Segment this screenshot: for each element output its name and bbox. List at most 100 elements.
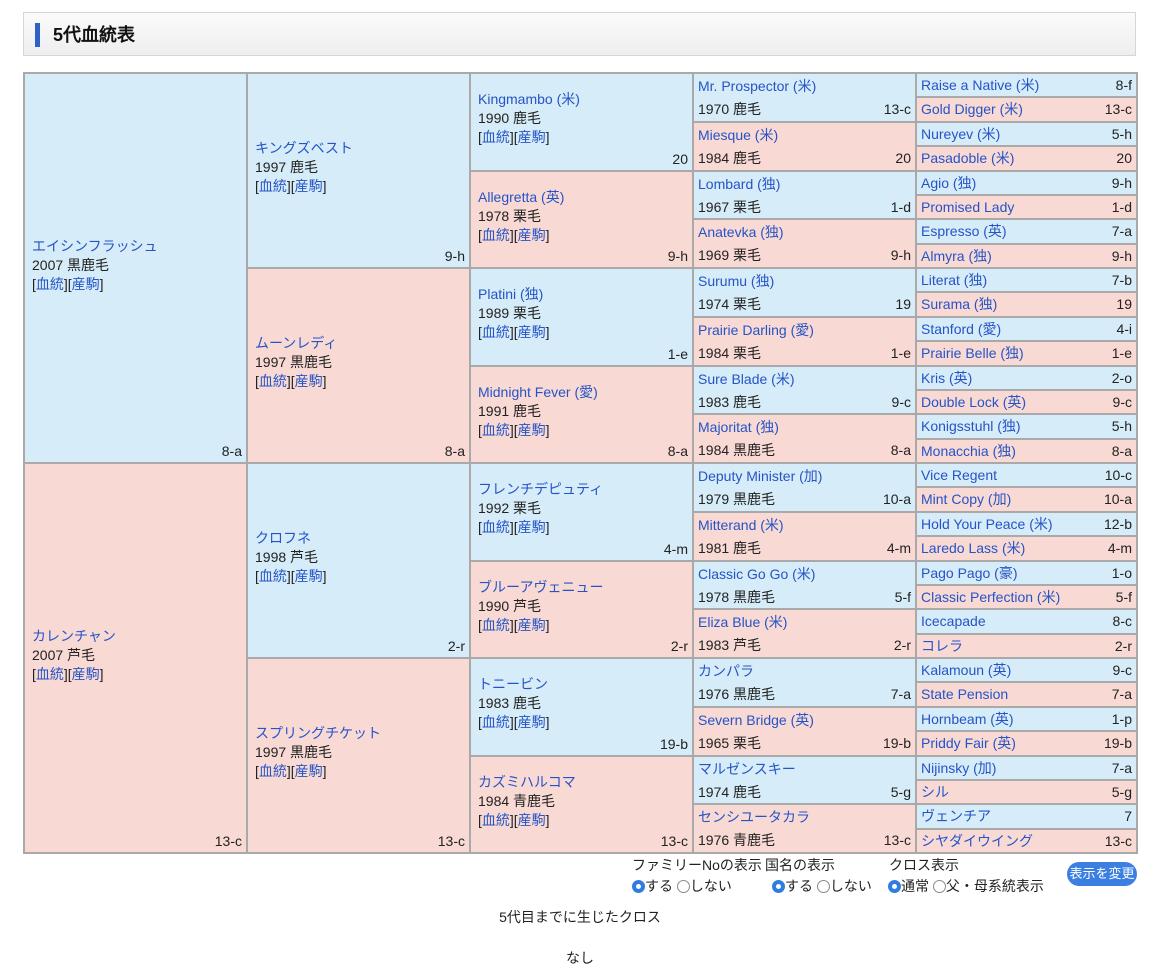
progeny-link[interactable]: 産駒 — [295, 568, 323, 584]
pedigree-link[interactable]: 血統 — [482, 422, 510, 438]
horse-name[interactable]: Gold Digger (米) — [921, 100, 1023, 119]
horse-name[interactable]: Lombard (独) — [698, 175, 780, 194]
pedigree-link[interactable]: 血統 — [482, 519, 510, 535]
horse-name[interactable]: Kingmambo (米) — [478, 90, 580, 109]
horse-name[interactable]: Konigsstuhl (独) — [921, 417, 1021, 436]
horse-name[interactable]: Platini (独) — [478, 285, 550, 304]
pedigree-link[interactable]: 血統 — [259, 763, 287, 779]
horse-name[interactable]: コレラ — [921, 637, 963, 656]
horse-name[interactable]: シヤダイウイング — [921, 832, 1033, 851]
horse-name[interactable]: Majoritat (独) — [698, 418, 779, 437]
horse-name[interactable]: Vice Regent — [921, 466, 997, 485]
pedigree-link[interactable]: 血統 — [259, 178, 287, 194]
horse-name[interactable]: カンパラ — [698, 662, 754, 681]
horse-name[interactable]: キングズベスト — [255, 139, 353, 158]
horse-name[interactable]: Prairie Darling (愛) — [698, 321, 814, 340]
horse-name[interactable]: Hold Your Peace (米) — [921, 515, 1053, 534]
horse-name[interactable]: Mint Copy (加) — [921, 490, 1011, 509]
horse-name[interactable]: Almyra (独) — [921, 247, 992, 266]
pedigree-link[interactable]: 血統 — [482, 129, 510, 145]
horse-name[interactable]: Mr. Prospector (米) — [698, 77, 816, 96]
horse-name[interactable]: Stanford (愛) — [921, 320, 1001, 339]
horse-name[interactable]: Kris (英) — [921, 369, 972, 388]
horse-name[interactable]: フレンチデピュティ — [478, 480, 603, 499]
horse-name[interactable]: Prairie Belle (独) — [921, 344, 1024, 363]
horse-name[interactable]: シル — [921, 783, 949, 802]
change-display-button[interactable]: 表示を変更 — [1067, 862, 1137, 886]
horse-name[interactable]: ヴェンチア — [921, 807, 991, 826]
country-show-radio[interactable] — [772, 880, 785, 893]
horse-name[interactable]: Eliza Blue (米) — [698, 613, 787, 632]
pedigree-link[interactable]: 血統 — [482, 617, 510, 633]
pedigree-links: [血統][産駒] — [255, 763, 327, 779]
progeny-link[interactable]: 産駒 — [72, 276, 100, 292]
horse-name[interactable]: エイシンフラッシュ — [32, 237, 158, 256]
country-hide-radio[interactable] — [816, 880, 830, 893]
horse-name[interactable]: Icecapade — [921, 612, 986, 631]
horse-name[interactable]: Raise a Native (米) — [921, 76, 1039, 95]
horse-name[interactable]: Miesque (米) — [698, 126, 778, 145]
horse-name[interactable]: Allegretta (英) — [478, 188, 564, 207]
pedigree-link[interactable]: 血統 — [482, 714, 510, 730]
horse-name[interactable]: スプリングチケット — [255, 724, 381, 743]
horse-name[interactable]: Severn Bridge (英) — [698, 711, 814, 730]
family-show-radio[interactable] — [632, 880, 645, 893]
pedigree-link[interactable]: 血統 — [482, 227, 510, 243]
progeny-link[interactable]: 産駒 — [518, 519, 546, 535]
progeny-link[interactable]: 産駒 — [518, 227, 546, 243]
progeny-link[interactable]: 産駒 — [295, 763, 323, 779]
progeny-link[interactable]: 産駒 — [72, 666, 100, 682]
horse-name[interactable]: State Pension — [921, 685, 1008, 704]
horse-name[interactable]: Anatevka (独) — [698, 223, 784, 242]
horse-name[interactable]: ムーンレディ — [255, 334, 337, 353]
horse-name[interactable]: センシユータカラ — [698, 808, 810, 827]
horse-name[interactable]: Surumu (独) — [698, 272, 774, 291]
pedigree-link[interactable]: 血統 — [482, 812, 510, 828]
horse-name[interactable]: Classic Go Go (米) — [698, 565, 815, 584]
horse-name[interactable]: カズミハルコマ — [478, 773, 576, 792]
horse-name[interactable]: Mitterand (米) — [698, 516, 784, 535]
horse-name[interactable]: Priddy Fair (英) — [921, 734, 1016, 753]
progeny-link[interactable]: 産駒 — [518, 617, 546, 633]
progeny-link[interactable]: 産駒 — [518, 714, 546, 730]
horse-name[interactable]: Hornbeam (英) — [921, 710, 1014, 729]
progeny-link[interactable]: 産駒 — [295, 178, 323, 194]
horse-name[interactable]: Sure Blade (米) — [698, 370, 794, 389]
horse-name[interactable]: ブルーアヴェニュー — [478, 578, 603, 597]
family-hide-radio[interactable] — [676, 880, 690, 893]
pedigree-link[interactable]: 血統 — [259, 568, 287, 584]
horse-name[interactable]: クロフネ — [255, 529, 327, 548]
horse-name[interactable]: マルゼンスキー — [698, 760, 796, 779]
horse-name[interactable]: Classic Perfection (米) — [921, 588, 1060, 607]
pedigree-link[interactable]: 血統 — [482, 324, 510, 340]
horse-name[interactable]: Double Lock (英) — [921, 393, 1026, 412]
horse-name[interactable]: Deputy Minister (加) — [698, 467, 822, 486]
horse-name[interactable]: Midnight Fever (愛) — [478, 383, 598, 402]
horse-name[interactable]: トニービン — [478, 675, 550, 694]
horse-name[interactable]: Surama (独) — [921, 295, 997, 314]
horse-name[interactable]: Monacchia (独) — [921, 442, 1016, 461]
horse-name[interactable]: カレンチャン — [32, 627, 116, 646]
cross-normal-radio[interactable] — [888, 880, 901, 893]
progeny-link[interactable]: 産駒 — [518, 324, 546, 340]
horse-name[interactable]: Pago Pago (豪) — [921, 564, 1018, 583]
horse-name[interactable]: Nureyev (米) — [921, 125, 1000, 144]
horse-name[interactable]: Nijinsky (加) — [921, 759, 996, 778]
horse-name[interactable]: Literat (独) — [921, 271, 987, 290]
cross-parent-radio[interactable] — [932, 880, 946, 893]
horse-name[interactable]: Agio (独) — [921, 174, 976, 193]
progeny-link[interactable]: 産駒 — [518, 422, 546, 438]
pedigree-link[interactable]: 血統 — [36, 276, 64, 292]
pedigree-cell-gen5: コレラ 2-r — [916, 633, 1137, 658]
horse-name[interactable]: Kalamoun (英) — [921, 661, 1011, 680]
family-number: 19-b — [1103, 735, 1132, 752]
horse-name[interactable]: Promised Lady — [921, 198, 1014, 217]
horse-name[interactable]: Pasadoble (米) — [921, 149, 1014, 168]
pedigree-link[interactable]: 血統 — [36, 666, 64, 682]
horse-name[interactable]: Espresso (英) — [921, 222, 1007, 241]
progeny-link[interactable]: 産駒 — [518, 812, 546, 828]
horse-name[interactable]: Laredo Lass (米) — [921, 539, 1025, 558]
progeny-link[interactable]: 産駒 — [295, 373, 323, 389]
pedigree-link[interactable]: 血統 — [259, 373, 287, 389]
progeny-link[interactable]: 産駒 — [518, 129, 546, 145]
